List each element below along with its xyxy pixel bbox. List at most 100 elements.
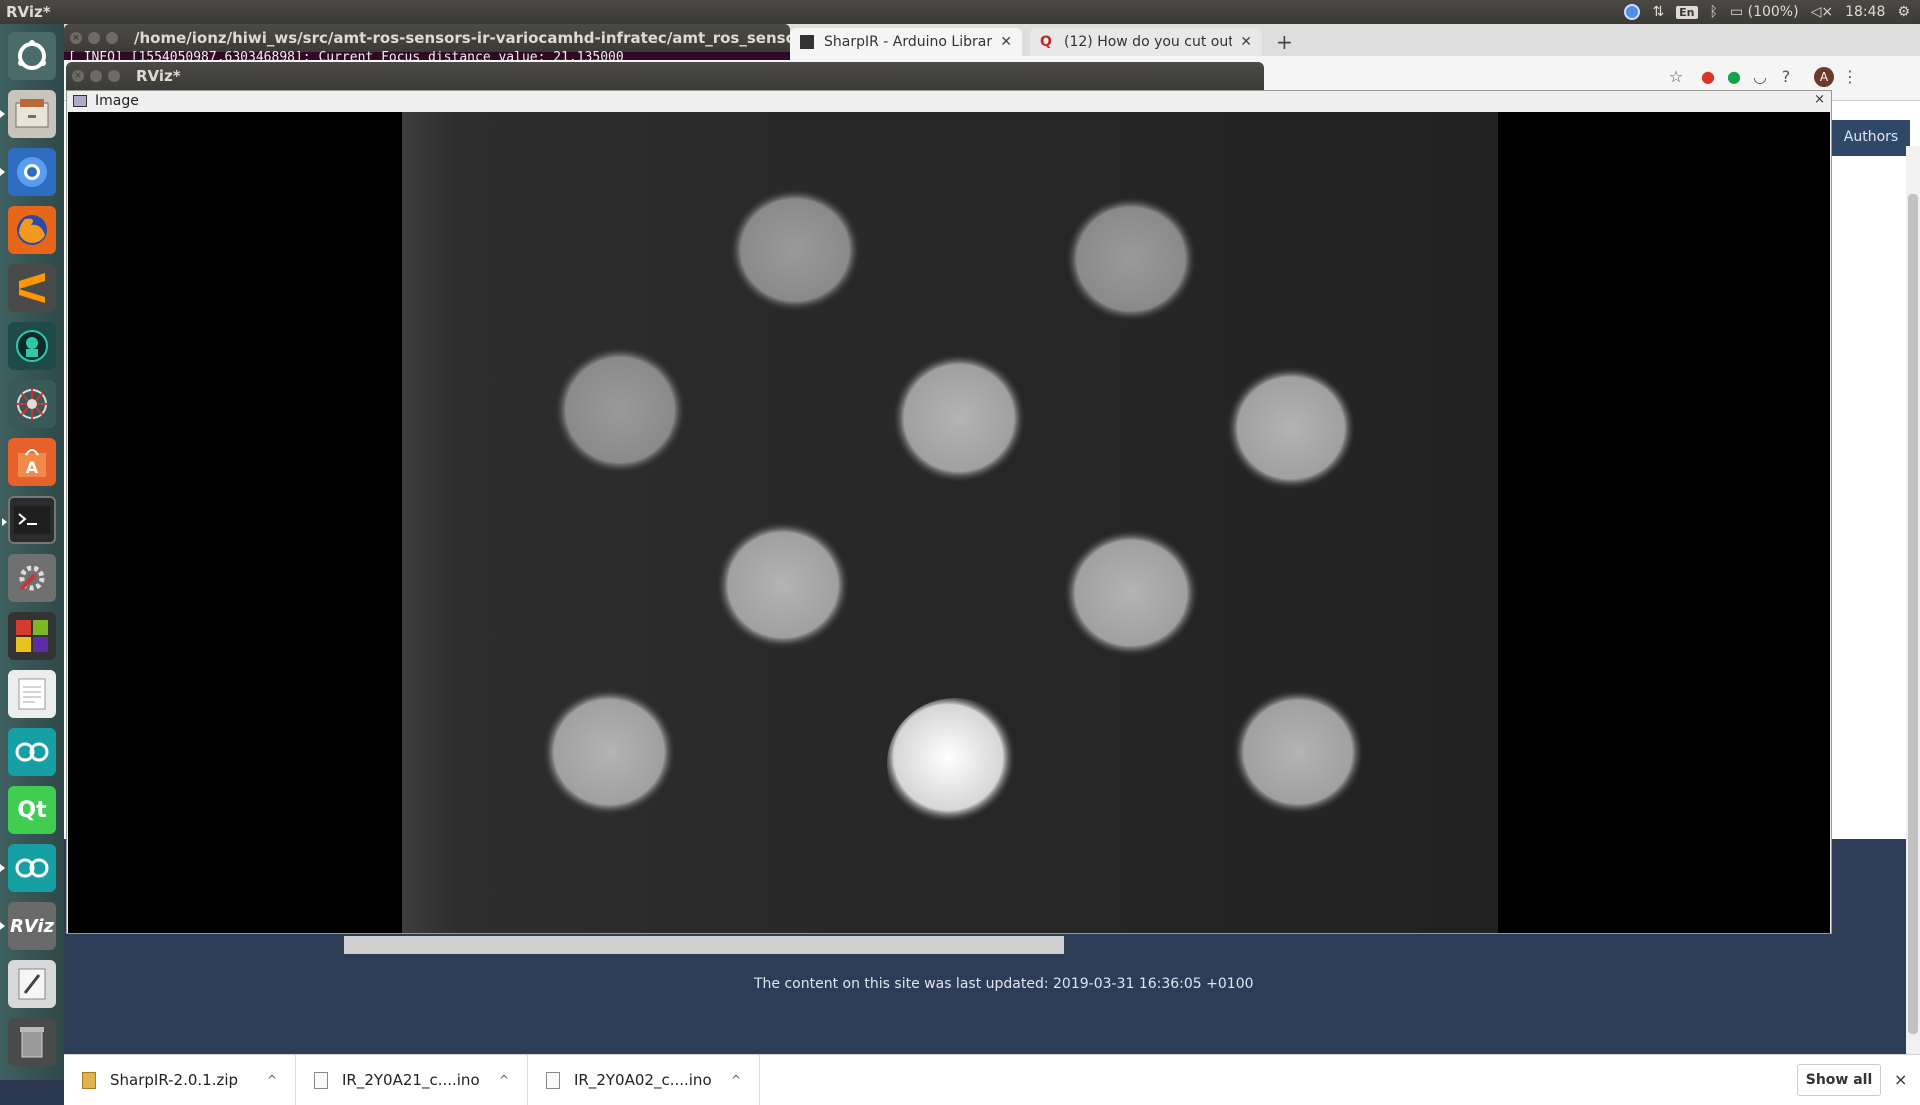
download-filename: IR_2Y0A21_c....ino bbox=[342, 1071, 480, 1089]
workspaces-icon[interactable] bbox=[8, 612, 56, 660]
running-indicator-icon bbox=[0, 168, 5, 176]
minimize-window-icon[interactable] bbox=[90, 70, 102, 82]
tab-close-icon[interactable]: ✕ bbox=[1000, 34, 1012, 50]
running-indicator-icon bbox=[2, 518, 7, 526]
keyboard-layout-indicator[interactable]: En bbox=[1676, 5, 1698, 19]
tab-quora[interactable]: Q (12) How do you cut out a ✕ bbox=[1030, 28, 1262, 56]
arduino-icon[interactable] bbox=[8, 728, 56, 776]
chrome-indicator-icon[interactable] bbox=[1624, 4, 1641, 20]
image-panel-titlebar[interactable]: Image bbox=[67, 91, 1831, 111]
chevron-up-icon[interactable]: ^ bbox=[267, 1073, 277, 1087]
sublime-icon[interactable] bbox=[8, 264, 56, 312]
new-tab-button[interactable]: + bbox=[1276, 30, 1293, 54]
help-extension-icon[interactable]: ? bbox=[1776, 67, 1796, 87]
chevron-up-icon[interactable]: ^ bbox=[731, 1073, 741, 1087]
rviz-wheel-icon[interactable] bbox=[8, 380, 56, 428]
system-settings-icon[interactable] bbox=[8, 554, 56, 602]
thermal-spot bbox=[1232, 689, 1364, 815]
last-updated-text: The content on this site was last update… bbox=[754, 976, 1254, 992]
top-panel: RViz* ⇅ En ᛒ ▭ (100%) ◁× 18:48 ⚙ bbox=[0, 0, 1920, 24]
download-item[interactable]: SharpIR-2.0.1.zip ^ bbox=[64, 1055, 296, 1105]
page-favicon-icon bbox=[800, 35, 814, 49]
active-app-title: RViz* bbox=[6, 3, 51, 21]
thermal-spot bbox=[1065, 196, 1197, 322]
running-indicator-icon bbox=[0, 110, 5, 118]
gitkraken-icon[interactable] bbox=[8, 322, 56, 370]
thermal-spot bbox=[542, 688, 676, 816]
ublock-extension-icon[interactable]: ● bbox=[1698, 67, 1718, 87]
clock[interactable]: 18:48 bbox=[1845, 4, 1885, 20]
thermal-spot bbox=[729, 188, 861, 312]
rviz-title: RViz* bbox=[136, 67, 181, 85]
minimize-window-icon[interactable] bbox=[88, 32, 100, 44]
arduino-icon-2[interactable] bbox=[0, 844, 56, 892]
thermal-spot bbox=[1063, 529, 1199, 657]
thermal-spot bbox=[1226, 366, 1356, 490]
panel-icon bbox=[73, 95, 87, 107]
authors-nav-link[interactable]: Authors bbox=[1832, 120, 1910, 156]
tab-close-icon[interactable]: ✕ bbox=[1240, 34, 1252, 50]
rviz-titlebar[interactable]: × RViz* bbox=[66, 62, 1264, 90]
network-icon[interactable]: ⇅ bbox=[1652, 4, 1664, 20]
files-icon[interactable] bbox=[0, 90, 56, 138]
chevron-up-icon[interactable]: ^ bbox=[499, 1073, 509, 1087]
qt-creator-icon[interactable]: Qt bbox=[8, 786, 56, 834]
grammarly-extension-icon[interactable]: ● bbox=[1724, 67, 1744, 87]
unity-launcher: A Qt RViz bbox=[0, 24, 64, 1080]
thermal-spot bbox=[716, 521, 850, 649]
scrollbar-thumb[interactable] bbox=[1908, 194, 1918, 1034]
thermal-spot bbox=[887, 698, 1023, 830]
battery-indicator[interactable]: ▭ (100%) bbox=[1730, 4, 1799, 20]
battery-icon: ▭ bbox=[1729, 4, 1744, 20]
battery-percent: (100%) bbox=[1747, 4, 1799, 20]
text-editor-icon[interactable] bbox=[8, 670, 56, 718]
running-indicator-icon bbox=[0, 922, 5, 930]
quora-favicon-icon: Q bbox=[1040, 34, 1052, 50]
dash-icon[interactable] bbox=[8, 32, 56, 80]
download-item[interactable]: IR_2Y0A21_c....ino ^ bbox=[296, 1055, 528, 1105]
system-tray: ⇅ En ᛒ ▭ (100%) ◁× 18:48 ⚙ bbox=[1624, 4, 1920, 20]
download-filename: IR_2Y0A02_c....ino bbox=[574, 1071, 712, 1089]
profile-avatar[interactable]: A bbox=[1814, 67, 1834, 87]
close-window-icon[interactable]: × bbox=[72, 70, 84, 82]
terminal-output-line: [ INFO] [1554050987.630346898]: Current … bbox=[68, 50, 624, 60]
close-panel-icon[interactable]: × bbox=[1814, 92, 1825, 107]
firefox-icon[interactable] bbox=[8, 206, 56, 254]
running-indicator-icon bbox=[0, 864, 5, 872]
svg-text:A: A bbox=[26, 458, 39, 477]
trash-icon[interactable] bbox=[8, 1018, 56, 1066]
download-item[interactable]: IR_2Y0A02_c....ino ^ bbox=[528, 1055, 760, 1105]
thermal-spot bbox=[892, 353, 1026, 483]
terminal-window[interactable]: × /home/ionz/hiwi_ws/src/amt-ros-sensors… bbox=[64, 24, 790, 60]
terminal-icon[interactable] bbox=[2, 496, 56, 544]
image-panel-title: Image bbox=[95, 93, 139, 109]
volume-icon[interactable]: ◁× bbox=[1811, 4, 1834, 20]
thermal-camera-image bbox=[402, 112, 1498, 933]
rviz-image-panel[interactable]: Image × bbox=[66, 90, 1832, 934]
rviz-icon[interactable]: RViz bbox=[0, 902, 56, 950]
terminal-title: /home/ionz/hiwi_ws/src/amt-ros-sensors-i… bbox=[134, 29, 790, 47]
download-filename: SharpIR-2.0.1.zip bbox=[110, 1071, 239, 1089]
bookmark-star-icon[interactable]: ☆ bbox=[1666, 67, 1686, 87]
file-icon bbox=[314, 1071, 328, 1089]
thermal-spot bbox=[554, 346, 686, 474]
horizontal-scrollbar[interactable] bbox=[344, 936, 1064, 954]
browser-menu-icon[interactable]: ⋮ bbox=[1840, 67, 1860, 87]
session-gear-icon[interactable]: ⚙ bbox=[1897, 4, 1910, 20]
pocket-extension-icon[interactable]: ◡ bbox=[1750, 67, 1770, 87]
zip-file-icon bbox=[82, 1071, 96, 1089]
chromium-icon[interactable] bbox=[0, 148, 56, 196]
show-all-downloads-button[interactable]: Show all bbox=[1797, 1064, 1881, 1096]
bluetooth-icon[interactable]: ᛒ bbox=[1710, 4, 1718, 20]
maximize-window-icon[interactable] bbox=[108, 70, 120, 82]
gedit-icon[interactable] bbox=[8, 960, 56, 1008]
file-icon bbox=[546, 1071, 560, 1089]
image-canvas bbox=[68, 112, 1830, 933]
software-center-icon[interactable]: A bbox=[8, 438, 56, 486]
terminal-titlebar[interactable]: × /home/ionz/hiwi_ws/src/amt-ros-sensors… bbox=[64, 24, 790, 52]
page-scrollbar[interactable] bbox=[1906, 146, 1920, 1054]
tab-label: (12) How do you cut out a bbox=[1064, 34, 1233, 50]
maximize-window-icon[interactable] bbox=[106, 32, 118, 44]
tab-sharpir[interactable]: SharpIR - Arduino Librarie ✕ bbox=[790, 28, 1022, 56]
close-window-icon[interactable]: × bbox=[70, 32, 82, 44]
